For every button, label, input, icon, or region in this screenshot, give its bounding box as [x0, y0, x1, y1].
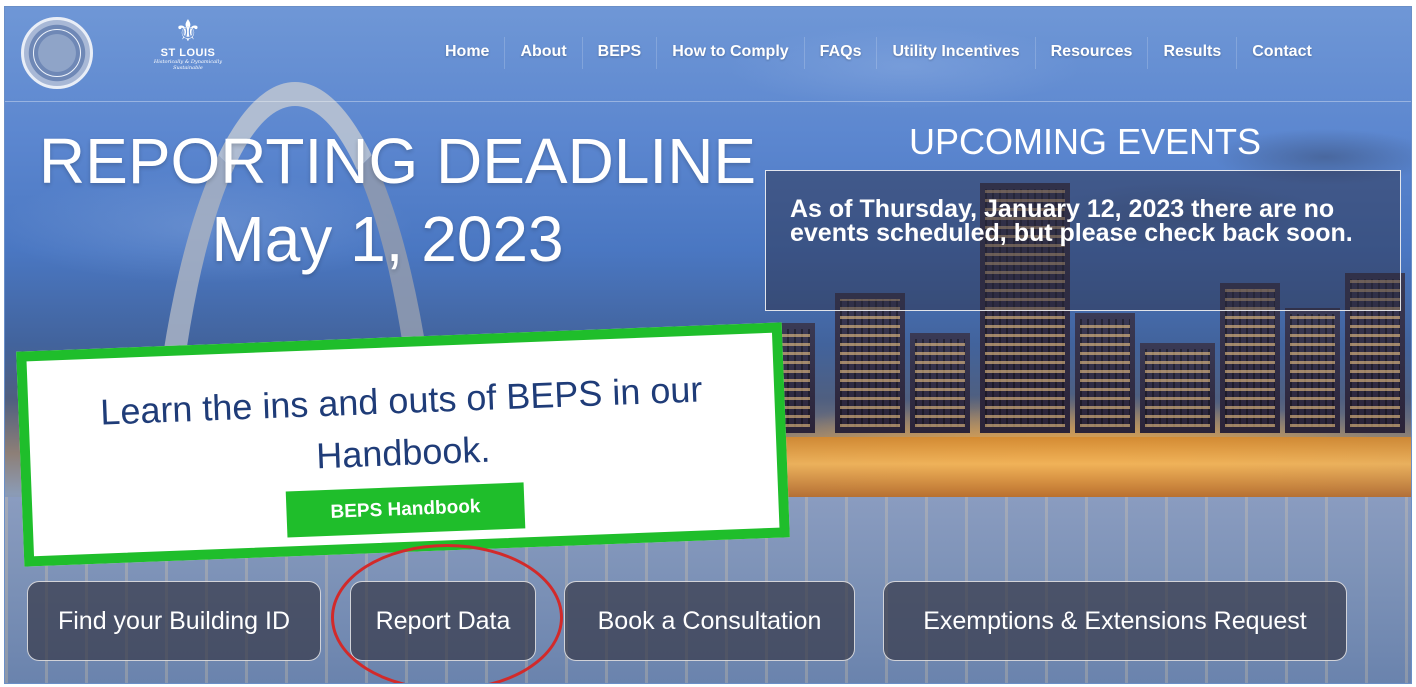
nav-beps[interactable]: BEPS [583, 37, 658, 69]
nav-how-to-comply[interactable]: How to Comply [657, 37, 805, 69]
fleur-de-lis-icon: ⚜ [174, 14, 202, 49]
nav-faqs[interactable]: FAQs [805, 37, 878, 69]
header-divider [5, 101, 1411, 102]
upcoming-events-box: As of Thursday, January 12, 2023 there a… [765, 170, 1401, 311]
riverfront-lights [785, 437, 1411, 497]
skyline-building [910, 333, 970, 433]
upcoming-events-title: UPCOMING EVENTS [908, 121, 1262, 162]
deadline-date: May 1, 2023 [211, 203, 564, 275]
city-seal-icon[interactable] [21, 17, 93, 89]
brand-tagline: Historically & Dynamically Sustainable [153, 59, 223, 71]
book-consultation-button[interactable]: Book a Consultation [564, 581, 855, 661]
nav-resources[interactable]: Resources [1036, 37, 1149, 69]
find-building-id-button[interactable]: Find your Building ID [27, 581, 321, 661]
nav-utility-incentives[interactable]: Utility Incentives [877, 37, 1036, 69]
brand-name: ST LOUIS [160, 47, 216, 59]
handbook-promo-card: Learn the ins and outs of BEPS in our Ha… [16, 322, 790, 567]
events-message: As of Thursday, January 12, 2023 there a… [790, 195, 1353, 247]
nav-home[interactable]: Home [430, 37, 506, 69]
handbook-promo-text: Learn the ins and outs of BEPS in our Ha… [99, 368, 704, 477]
nav-contact[interactable]: Contact [1237, 37, 1327, 69]
nav-about[interactable]: About [505, 37, 583, 69]
beps-handbook-button[interactable]: BEPS Handbook [285, 482, 526, 538]
skyline-building [1140, 343, 1215, 433]
nav-results[interactable]: Results [1148, 37, 1238, 69]
skyline-building [835, 293, 905, 433]
skyline-building [1075, 313, 1135, 433]
deadline-title: REPORTING DEADLINE [38, 125, 757, 197]
hero-banner: ⚜ ST LOUIS Historically & Dynamically Su… [4, 6, 1412, 684]
skyline-building [1285, 308, 1340, 433]
reporting-deadline: REPORTING DEADLINE May 1, 2023 [35, 122, 760, 278]
main-nav: Home About BEPS How to Comply FAQs Utili… [430, 37, 1327, 69]
st-louis-logo[interactable]: ⚜ ST LOUIS Historically & Dynamically Su… [149, 17, 227, 91]
report-data-button[interactable]: Report Data [350, 581, 536, 661]
exemptions-extensions-button[interactable]: Exemptions & Extensions Request [883, 581, 1347, 661]
